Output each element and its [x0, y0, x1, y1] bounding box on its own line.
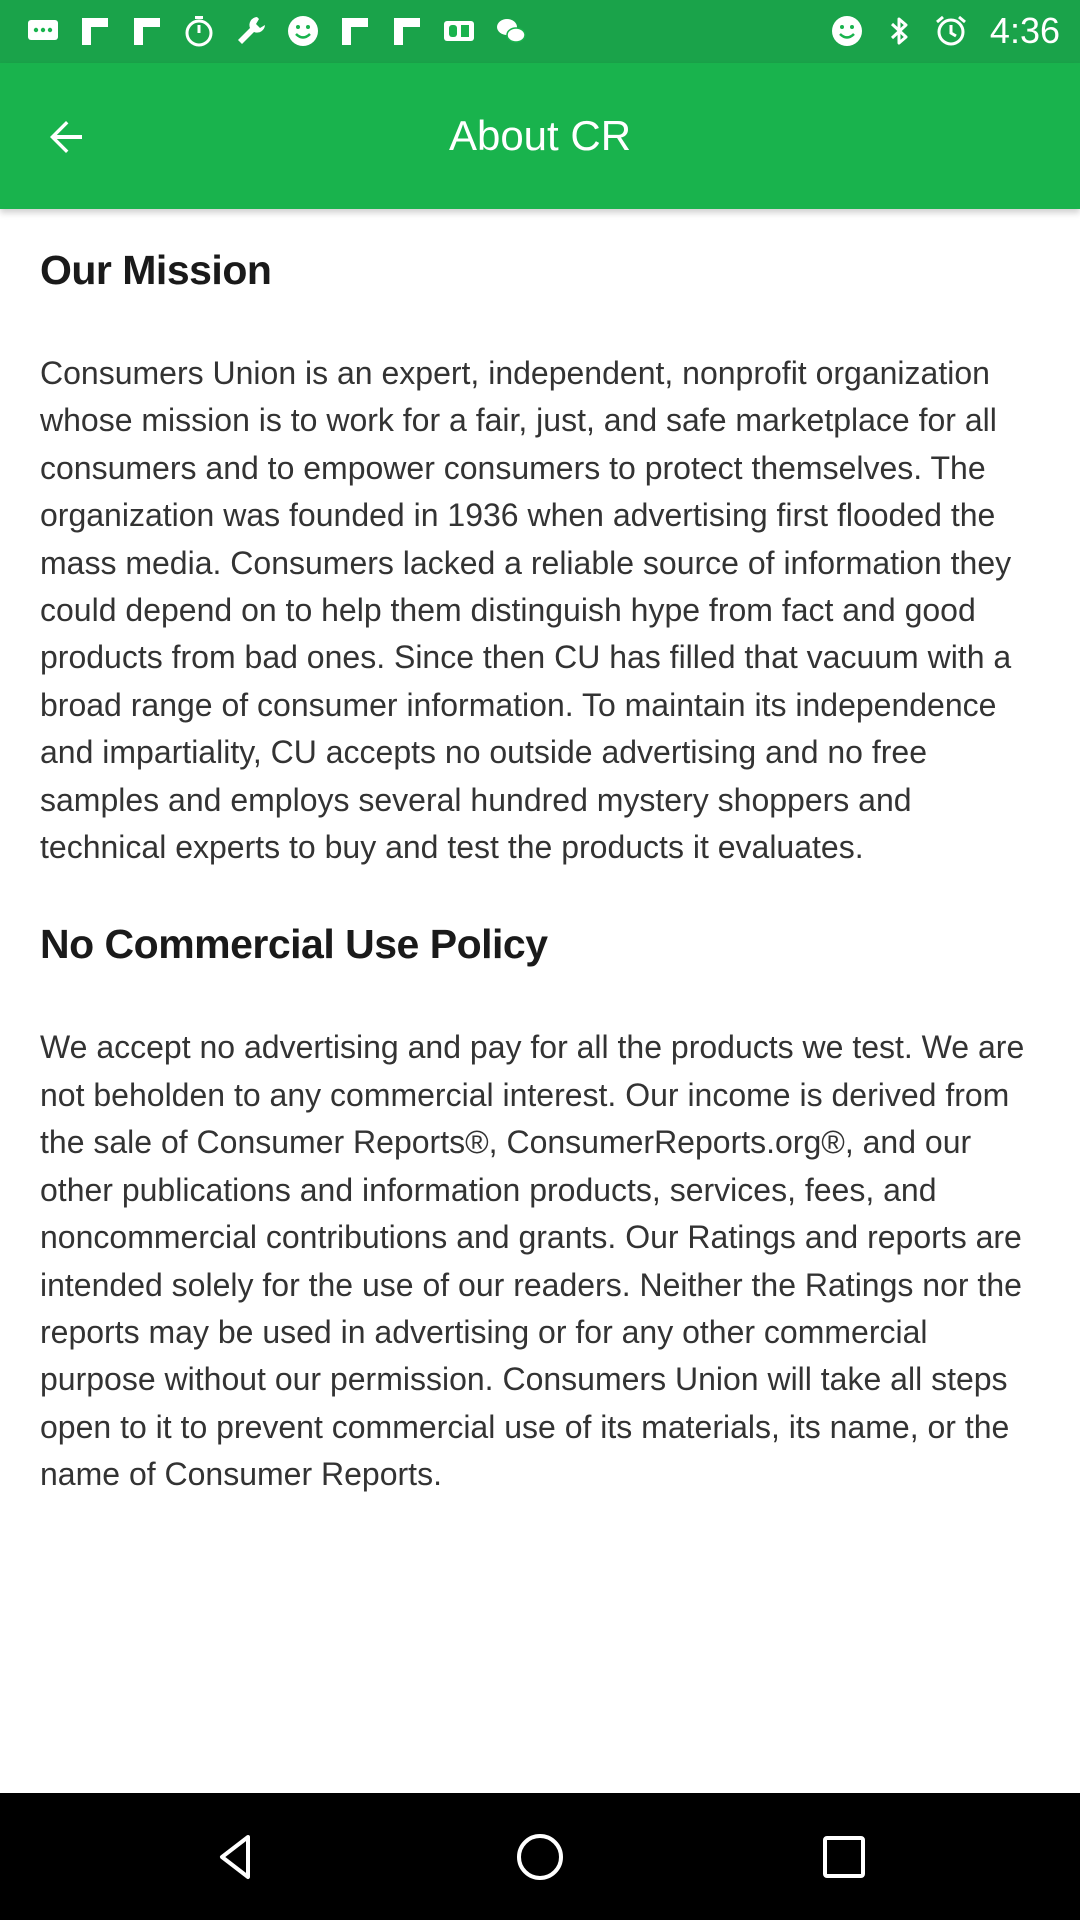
notification-icons: [24, 8, 530, 54]
nav-recents-button[interactable]: [806, 1819, 882, 1895]
bluetooth-icon: [880, 12, 918, 50]
status-bar: 4:36: [0, 0, 1080, 63]
recents-square-icon: [823, 1836, 865, 1878]
mission-section: Our Mission Consumers Union is an expert…: [40, 247, 1040, 871]
policy-section: No Commercial Use Policy We accept no ad…: [40, 921, 1040, 1498]
smiley-icon: [828, 12, 866, 50]
nav-home-button[interactable]: [502, 1819, 578, 1895]
arrow-left-icon: [50, 121, 82, 153]
stopwatch-icon: [180, 12, 218, 50]
wrench-icon: [232, 12, 270, 50]
flipboard-icon: [76, 12, 114, 50]
navigation-bar: [0, 1793, 1080, 1920]
nav-back-button[interactable]: [198, 1819, 274, 1895]
flipboard-icon: [336, 12, 374, 50]
chat-icon: [24, 12, 62, 50]
qq-icon: [440, 12, 478, 50]
back-triangle-icon: [220, 1835, 250, 1879]
mission-text: Consumers Union is an expert, independen…: [40, 355, 1012, 866]
smiley-icon: [284, 12, 322, 50]
home-circle-icon: [517, 1834, 563, 1880]
flipboard-icon: [388, 12, 426, 50]
policy-heading: No Commercial Use Policy: [40, 921, 548, 968]
policy-text: We accept no advertising and pay for all…: [40, 1029, 1025, 1493]
status-time: 4:36: [989, 10, 1060, 51]
alarm-icon: [932, 12, 970, 50]
page-title: About CR: [448, 112, 632, 159]
about-content[interactable]: Our Mission Consumers Union is an expert…: [0, 209, 1080, 1793]
flipboard-icon: [128, 12, 166, 50]
app-bar: About CR: [0, 63, 1080, 209]
mission-heading: Our Mission: [40, 247, 272, 293]
system-icons: 4:36: [828, 8, 1060, 54]
wechat-icon: [492, 12, 530, 50]
back-button[interactable]: [30, 101, 102, 173]
